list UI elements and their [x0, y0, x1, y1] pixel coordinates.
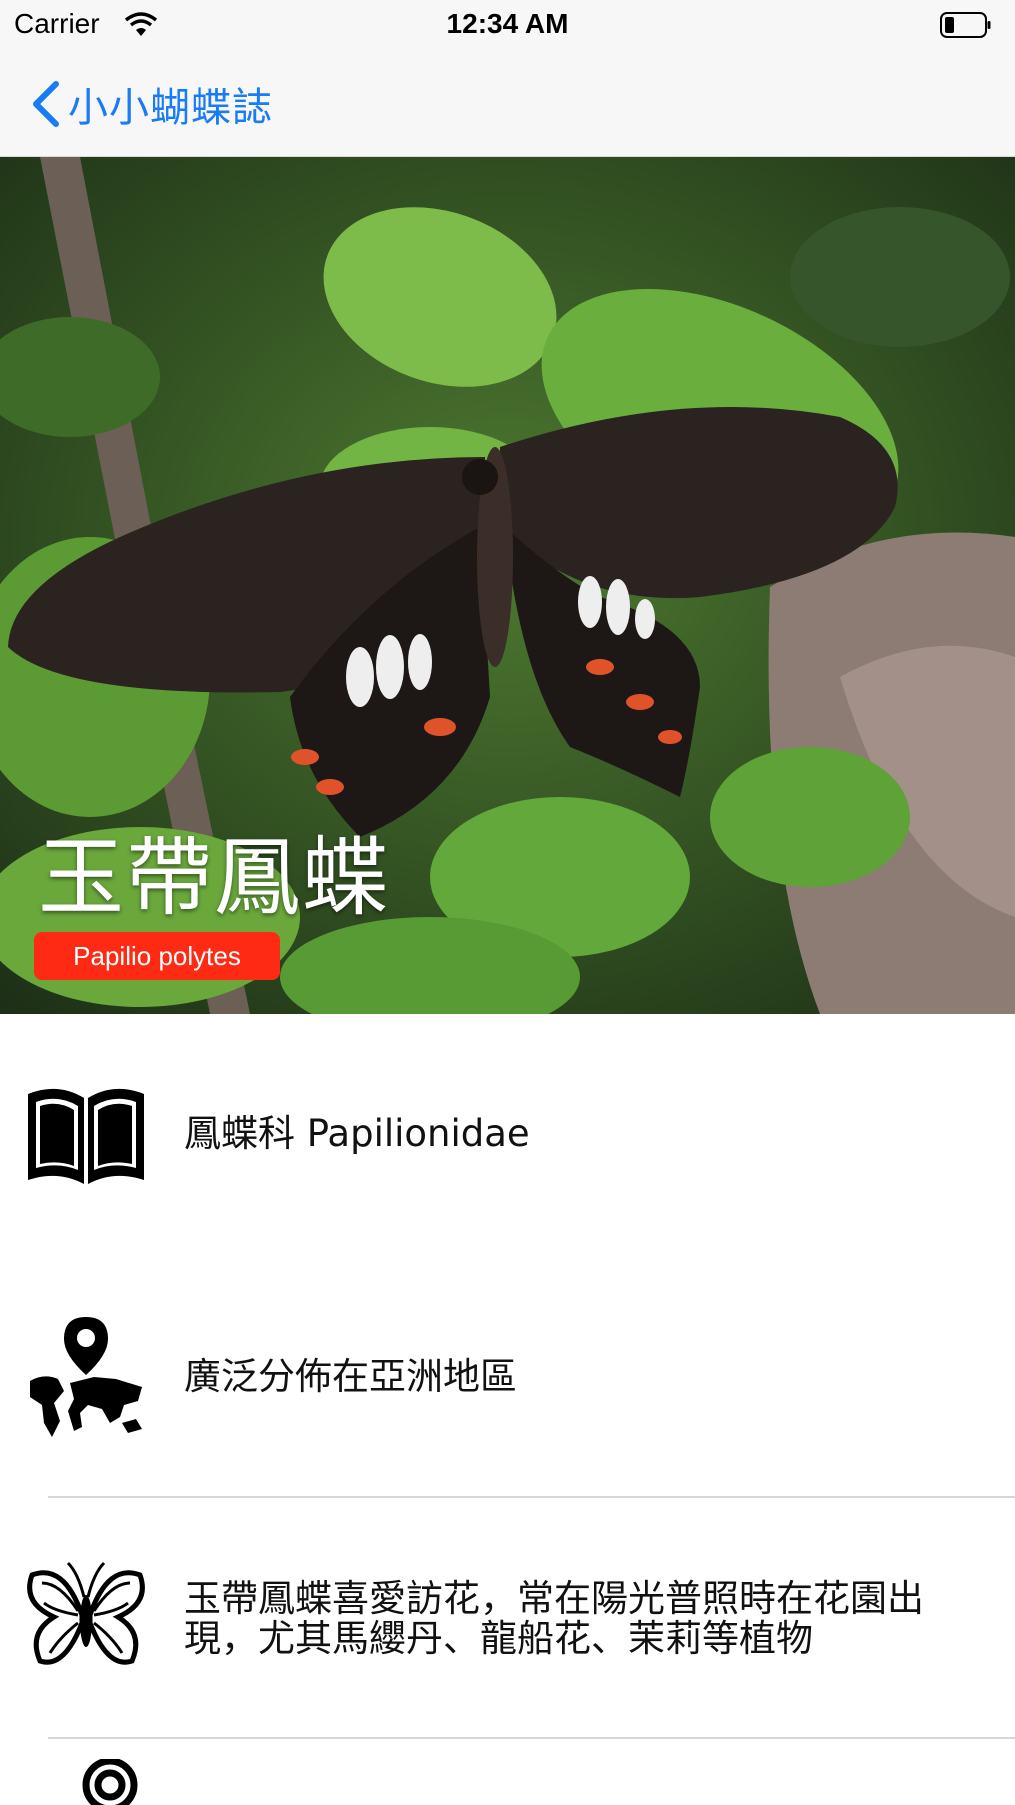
- location-pin-icon: [82, 1759, 138, 1805]
- distribution-text: 廣泛分佈在亞洲地區: [184, 1355, 517, 1398]
- distribution-row: 廣泛分佈在亞洲地區: [0, 1257, 1015, 1498]
- world-map-pin-icon: [30, 1317, 142, 1437]
- back-button[interactable]: 小小蝴蝶誌: [28, 76, 273, 132]
- chevron-left-icon: [33, 81, 59, 127]
- behavior-text: 玉帶鳳蝶喜愛訪花，常在陽光普照時在花園出現，尤其馬纓丹、龍船花、茉莉等植物: [184, 1577, 924, 1660]
- behavior-row: 玉帶鳳蝶喜愛訪花，常在陽光普照時在花園出現，尤其馬纓丹、龍船花、茉莉等植物: [0, 1497, 1015, 1739]
- family-text: 鳳蝶科 Papilionidae: [184, 1112, 530, 1155]
- battery-icon: [940, 12, 991, 38]
- clock: 12:34 AM: [446, 8, 569, 39]
- family-row: 鳳蝶科 Papilionidae: [0, 1014, 1015, 1257]
- navigation-bar: 小小蝴蝶誌: [0, 52, 1015, 157]
- species-title: 玉帶鳳蝶: [38, 828, 390, 928]
- scientific-name-badge: Papilio polytes: [34, 932, 280, 980]
- hero-image: 玉帶鳳蝶 Papilio polytes: [0, 157, 1015, 1014]
- butterfly-icon: [27, 1561, 145, 1665]
- back-button-label: 小小蝴蝶誌: [68, 85, 273, 131]
- book-icon: [28, 1088, 144, 1184]
- status-bar: Carrier 12:34 AM: [0, 0, 1015, 52]
- habitat-row: [0, 1739, 1015, 1805]
